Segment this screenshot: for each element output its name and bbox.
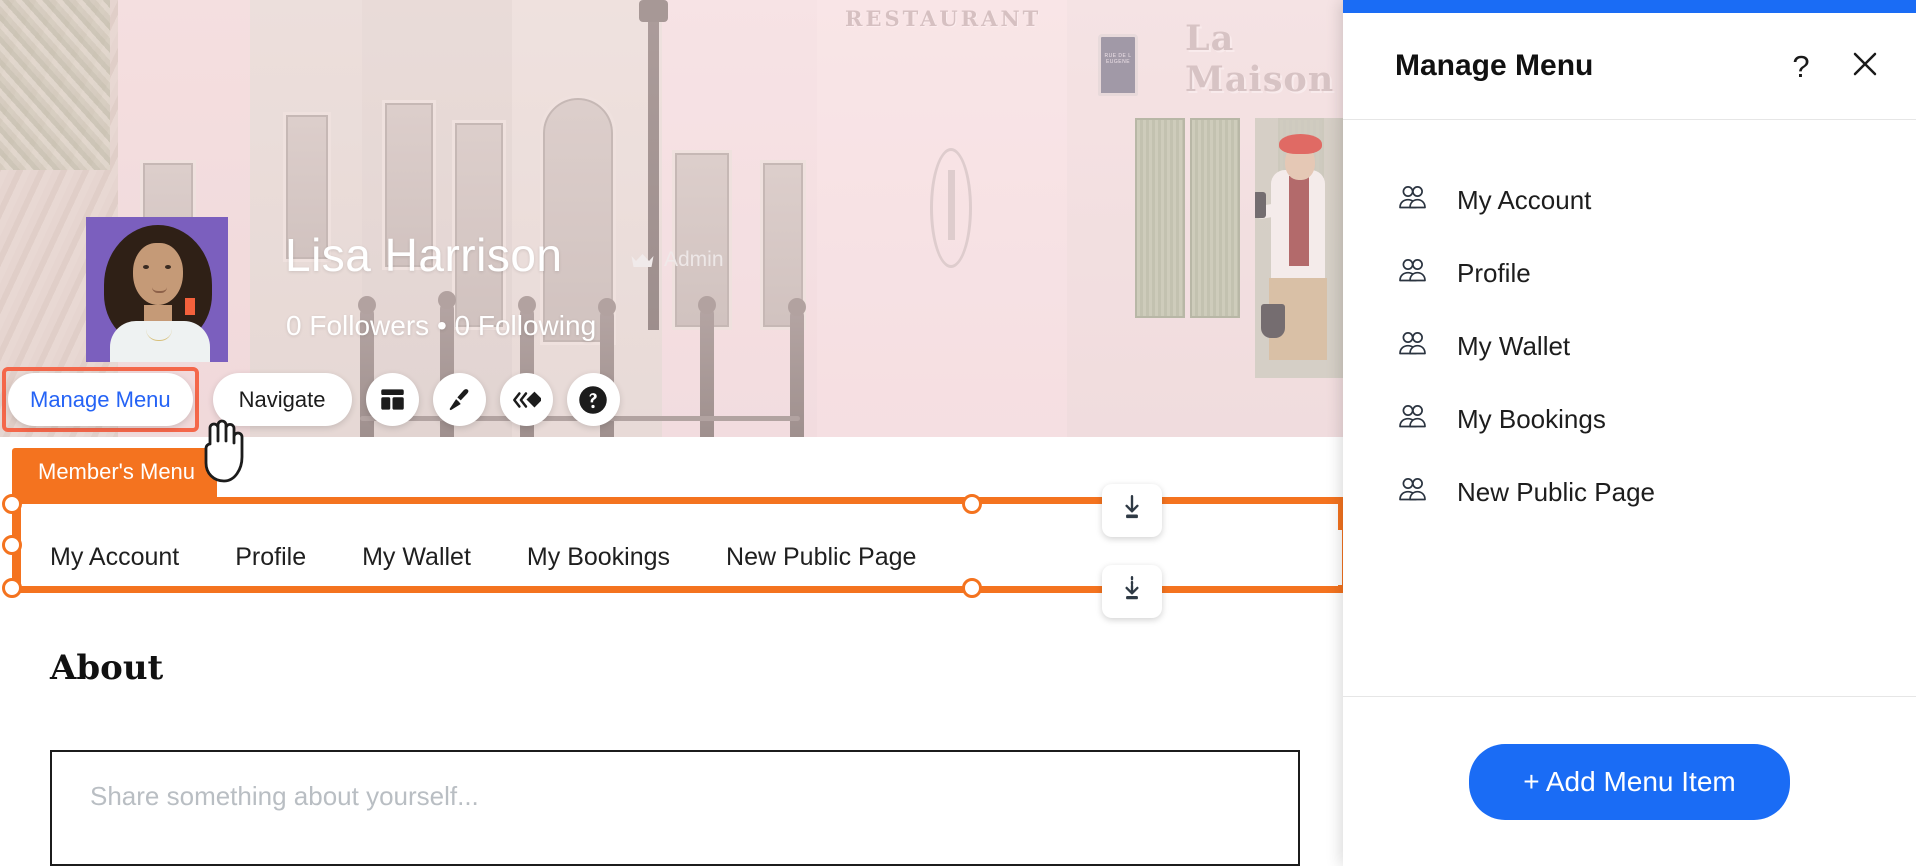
nav-tab-my-wallet[interactable]: My Wallet [334, 543, 499, 572]
nav-tab-new-public-page[interactable]: New Public Page [698, 543, 944, 572]
layout-button[interactable] [365, 373, 419, 426]
members-group-icon [1397, 475, 1429, 510]
members-group-icon [1397, 329, 1429, 364]
panel-menu-list: My Account Profile My Wallet My Bookings… [1343, 120, 1916, 696]
panel-footer: + Add Menu Item [1343, 696, 1916, 866]
members-group-icon [1397, 402, 1429, 437]
question-mark-icon: ? [1792, 48, 1810, 84]
list-item[interactable]: My Wallet [1343, 310, 1916, 383]
editor-canvas: RUE DE L EUGENE RESTAURANT La Maison Lis… [0, 0, 1916, 866]
animation-icon [511, 388, 541, 412]
resize-handle[interactable] [962, 494, 982, 514]
align-bottom-icon [1119, 494, 1145, 527]
list-item[interactable]: Profile [1343, 237, 1916, 310]
role-label: Admin [664, 248, 724, 271]
help-icon [578, 385, 608, 415]
brush-icon [445, 386, 473, 414]
members-group-icon [1397, 183, 1429, 218]
panel-help-button[interactable]: ? [1784, 49, 1818, 83]
manage-menu-button[interactable]: Manage Menu [8, 373, 193, 426]
resize-handle[interactable] [2, 494, 22, 514]
panel-header: Manage Menu ? [1343, 13, 1916, 120]
resize-handle[interactable] [2, 578, 22, 598]
resize-handle[interactable] [962, 578, 982, 598]
list-item-label: My Account [1457, 185, 1592, 215]
list-item-label: Profile [1457, 258, 1531, 288]
add-menu-item-button[interactable]: + Add Menu Item [1469, 743, 1790, 820]
nav-tab-my-bookings[interactable]: My Bookings [499, 543, 698, 572]
close-icon [1850, 49, 1880, 84]
align-bottom-button-bottom[interactable] [1102, 565, 1162, 618]
list-item-label: New Public Page [1457, 477, 1655, 507]
list-item[interactable]: My Account [1343, 164, 1916, 237]
align-bottom-button-top[interactable] [1102, 484, 1162, 537]
help-button[interactable] [566, 373, 620, 426]
about-heading: About [50, 648, 164, 688]
layout-icon [379, 386, 406, 413]
members-group-icon [1397, 256, 1429, 291]
nav-tab-profile[interactable]: Profile [207, 543, 334, 572]
role-badge: Admin [630, 248, 724, 272]
selection-label: Member's Menu [12, 448, 218, 497]
mouse-cursor [196, 415, 252, 492]
avatar-marker [185, 298, 195, 315]
panel-accent-bar [1343, 0, 1916, 13]
page-title: Lisa Harrison [285, 229, 563, 281]
avatar[interactable] [86, 217, 228, 362]
animation-button[interactable] [499, 373, 553, 426]
design-button[interactable] [432, 373, 486, 426]
panel-close-button[interactable] [1848, 49, 1882, 83]
about-placeholder: Share something about yourself... [90, 781, 479, 811]
list-item[interactable]: New Public Page [1343, 456, 1916, 529]
list-item-label: My Wallet [1457, 331, 1571, 361]
manage-menu-panel: Manage Menu ? My Account Profile My Wall… [1343, 0, 1916, 866]
manage-menu-selection-outline: Manage Menu [2, 367, 199, 432]
floating-toolbar: Manage Menu Navigate [2, 367, 620, 432]
list-item[interactable]: My Bookings [1343, 383, 1916, 456]
list-item-label: My Bookings [1457, 404, 1606, 434]
follower-stats: 0 Followers • 0 Following [286, 310, 597, 341]
resize-handle[interactable] [2, 535, 22, 555]
crown-icon [630, 253, 655, 268]
nav-tab-my-account[interactable]: My Account [22, 543, 207, 572]
about-textarea[interactable]: Share something about yourself... [50, 750, 1300, 866]
align-bottom-dotted-icon [1119, 575, 1145, 608]
panel-title: Manage Menu [1395, 49, 1594, 82]
